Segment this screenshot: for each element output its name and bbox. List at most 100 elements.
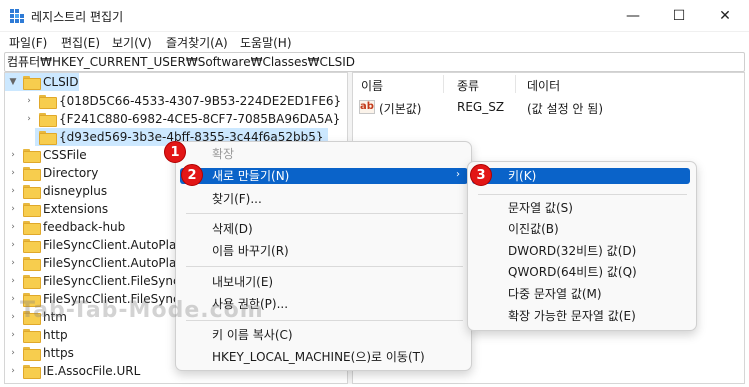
column-header-type[interactable]: 종류 xyxy=(457,77,479,94)
chevron-right-icon[interactable]: › xyxy=(7,258,19,268)
close-button[interactable]: ✕ xyxy=(702,0,748,32)
address-bar[interactable]: 컴퓨터₩HKEY_CURRENT_USER₩Software₩Classes₩C… xyxy=(4,52,745,72)
tree-item[interactable]: › FileSyncClient.AutoPlayH xyxy=(7,236,192,254)
tree-item-label: FileSyncClient.AutoPlayH xyxy=(43,238,193,252)
folder-icon xyxy=(23,347,41,361)
tree-item-label: Directory xyxy=(43,166,99,180)
menu-edit[interactable]: 편집(E) xyxy=(61,34,100,51)
tree-item[interactable]: › FileSyncClient.FileSyncCl xyxy=(7,272,191,290)
column-header-name[interactable]: 이름 xyxy=(361,77,383,94)
tree-item-label: FileSyncClient.AutoPlayH xyxy=(43,256,193,270)
tree-item-label: {018D5C66-4533-4307-9B53-224DE2ED1FE6} xyxy=(59,94,342,108)
value-name: (기본값) xyxy=(379,102,422,116)
maximize-button[interactable]: ☐ xyxy=(656,0,702,32)
tree-item[interactable]: › feedback-hub xyxy=(7,218,125,236)
string-value-icon: ab xyxy=(359,100,375,114)
chevron-right-icon[interactable]: › xyxy=(7,366,19,376)
chevron-right-icon[interactable]: › xyxy=(7,150,19,160)
folder-icon xyxy=(23,149,41,163)
step-badge-1: 1 xyxy=(164,141,186,163)
menu-item-new[interactable]: 새로 만들기(N) › xyxy=(180,168,468,184)
tree-item[interactable]: › Directory xyxy=(7,164,98,182)
folder-icon xyxy=(23,185,41,199)
tree-item-label: http xyxy=(43,328,68,342)
chevron-right-icon[interactable]: › xyxy=(7,222,19,232)
chevron-right-icon[interactable]: › xyxy=(7,276,19,286)
step-badge-2: 2 xyxy=(181,164,203,186)
new-submenu: 키(K) 문자열 값(S) 이진값(B) DWORD(32비트) 값(D) QW… xyxy=(467,161,697,331)
tree-item-label: CLSID xyxy=(43,75,79,89)
chevron-right-icon[interactable]: › xyxy=(7,294,19,304)
menu-item-new-label: 새로 만들기(N) xyxy=(212,169,290,183)
submenu-item-dword[interactable]: DWORD(32비트) 값(D) xyxy=(508,241,636,261)
chevron-right-icon[interactable]: › xyxy=(7,204,19,214)
tree-item[interactable]: › disneyplus xyxy=(7,182,107,200)
menu-separator xyxy=(478,194,687,195)
minimize-button[interactable]: — xyxy=(610,0,656,32)
chevron-right-icon[interactable]: › xyxy=(7,312,19,322)
folder-icon xyxy=(23,203,41,217)
folder-icon xyxy=(39,131,57,145)
submenu-item-qword[interactable]: QWORD(64비트) 값(Q) xyxy=(508,262,637,282)
menu-view[interactable]: 보기(V) xyxy=(112,34,152,51)
menu-help[interactable]: 도움말(H) xyxy=(240,34,292,51)
chevron-right-icon[interactable]: › xyxy=(7,330,19,340)
submenu-item-key-label: 키(K) xyxy=(508,169,537,183)
tree-item[interactable]: › {018D5C66-4533-4307-9B53-224DE2ED1FE6} xyxy=(23,92,341,110)
menu-bar: 파일(F) 편집(E) 보기(V) 즐겨찾기(A) 도움말(H) xyxy=(0,32,749,52)
folder-icon xyxy=(39,95,57,109)
column-divider[interactable] xyxy=(443,75,444,93)
column-header-data[interactable]: 데이터 xyxy=(527,77,560,94)
menu-item-delete[interactable]: 삭제(D) xyxy=(212,219,253,239)
chevron-right-icon[interactable]: › xyxy=(23,114,35,124)
menu-item-copy-key-name[interactable]: 키 이름 복사(C) xyxy=(212,325,293,345)
menu-separator xyxy=(186,266,463,267)
tree-item[interactable]: › IE.AssocFile.URL xyxy=(7,362,140,380)
menu-item-find[interactable]: 찾기(F)... xyxy=(212,189,262,209)
tree-item[interactable]: › https xyxy=(7,344,74,362)
submenu-item-key[interactable]: 키(K) xyxy=(472,168,690,184)
title-bar: 레지스트리 편집기 — ☐ ✕ xyxy=(0,0,749,32)
watermark: Tab-Tab-Mode.com xyxy=(20,298,264,323)
tree-item-label: feedback-hub xyxy=(43,220,126,234)
folder-icon xyxy=(23,275,41,289)
tree-item[interactable]: › {F241C880-6982-4CE5-8CF7-7085BA96DA5A} xyxy=(23,110,340,128)
chevron-right-icon[interactable]: › xyxy=(7,240,19,250)
menu-item-export[interactable]: 내보내기(E) xyxy=(212,272,273,292)
menu-item-rename[interactable]: 이름 바꾸기(R) xyxy=(212,241,289,261)
chevron-down-icon[interactable]: ▼ xyxy=(7,77,19,87)
context-menu: 확장 새로 만들기(N) › 찾기(F)... 삭제(D) 이름 바꾸기(R) … xyxy=(175,141,472,371)
submenu-item-binary[interactable]: 이진값(B) xyxy=(508,219,559,239)
folder-icon xyxy=(23,329,41,343)
folder-icon xyxy=(39,113,57,127)
folder-icon xyxy=(23,257,41,271)
tree-item[interactable]: › FileSyncClient.AutoPlayH xyxy=(7,254,192,272)
chevron-right-icon[interactable]: › xyxy=(23,96,35,106)
folder-icon xyxy=(23,76,41,90)
menu-favorites[interactable]: 즐겨찾기(A) xyxy=(166,34,228,51)
chevron-right-icon[interactable]: › xyxy=(7,348,19,358)
menu-item-goto-hklm[interactable]: HKEY_LOCAL_MACHINE(으)로 이동(T) xyxy=(212,347,425,367)
menu-file[interactable]: 파일(F) xyxy=(9,34,47,51)
submenu-item-expandable-string[interactable]: 확장 가능한 문자열 값(E) xyxy=(508,306,636,326)
submenu-item-multi-string[interactable]: 다중 문자열 값(M) xyxy=(508,284,602,304)
chevron-right-icon[interactable]: › xyxy=(7,168,19,178)
folder-icon xyxy=(23,167,41,181)
value-type: REG_SZ xyxy=(457,100,505,114)
folder-icon xyxy=(23,365,41,379)
submenu-item-string[interactable]: 문자열 값(S) xyxy=(508,198,573,218)
column-divider[interactable] xyxy=(515,75,516,93)
tree-item-clsid[interactable]: ▼ CLSID xyxy=(5,73,79,91)
menu-item-expand[interactable]: 확장 xyxy=(212,144,234,164)
folder-icon xyxy=(23,221,41,235)
tree-item[interactable]: › CSSFile xyxy=(7,146,87,164)
chevron-right-icon: › xyxy=(456,169,460,180)
step-badge-3: 3 xyxy=(470,164,492,186)
tree-item-label: {F241C880-6982-4CE5-8CF7-7085BA96DA5A} xyxy=(59,112,341,126)
tree-item[interactable]: › http xyxy=(7,326,68,344)
registry-editor-icon xyxy=(10,9,24,23)
tree-item[interactable]: › Extensions xyxy=(7,200,108,218)
value-data: (값 설정 안 됨) xyxy=(527,102,604,116)
tree-item-label: Extensions xyxy=(43,202,109,216)
chevron-right-icon[interactable]: › xyxy=(7,186,19,196)
